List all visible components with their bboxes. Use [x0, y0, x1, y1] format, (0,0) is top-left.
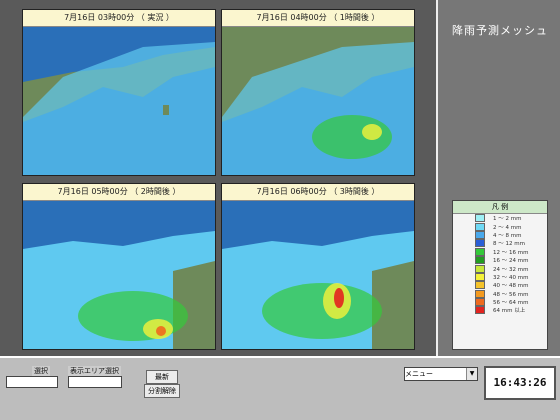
legend-swatch [475, 256, 485, 265]
sidebar: 降雨予測メッシュ 凡 例 1 〜 2 mm 2 〜 4 mm 4 〜 8 mm 8 〜… [436, 0, 560, 356]
legend-label: 40 〜 48 mm [493, 283, 529, 290]
area-select[interactable] [68, 376, 122, 388]
control-bar: 選択 表示エリア選択 最新 分割解除 メニュー ▼ 16:43:26 [0, 356, 560, 420]
legend-item: 2 〜 4 mm [475, 222, 547, 231]
legend-swatch [475, 222, 485, 231]
panel-title: 7月16日 03時00分 （ 実況 ） [23, 10, 215, 27]
legend-swatch [475, 306, 485, 315]
legend-item: 48 〜 56 mm [475, 289, 547, 298]
legend-label: 12 〜 16 mm [493, 249, 529, 256]
menu-dropdown[interactable]: メニュー ▼ [404, 367, 478, 381]
map-panel-3[interactable]: 7月16日 05時00分 （ 2時間後 ） [22, 183, 216, 350]
rain-map [222, 201, 414, 349]
panel-title: 7月16日 06時00分 （ 3時間後 ） [222, 184, 414, 201]
legend-label: 64 mm 以上 [493, 308, 526, 315]
legend: 凡 例 1 〜 2 mm 2 〜 4 mm 4 〜 8 mm 8 〜 12 mm 12 … [452, 200, 548, 350]
legend-swatch [475, 214, 485, 223]
legend-swatch [475, 247, 485, 256]
legend-label: 16 〜 24 mm [493, 258, 529, 265]
rain-map [23, 27, 215, 175]
legend-label: 24 〜 32 mm [493, 266, 529, 273]
clock: 16:43:26 [484, 366, 556, 400]
panel-title: 7月16日 05時00分 （ 2時間後 ） [23, 184, 215, 201]
legend-swatch [475, 281, 485, 290]
legend-item: 12 〜 16 mm [475, 247, 547, 256]
legend-label: 1 〜 2 mm [493, 216, 522, 223]
split-release-button[interactable]: 分割解除 [144, 384, 180, 398]
rain-map [23, 201, 215, 349]
legend-item: 56 〜 64 mm [475, 298, 547, 307]
area-label: 表示エリア選択 [68, 366, 121, 376]
legend-item: 40 〜 48 mm [475, 281, 547, 290]
menu-value: メニュー [405, 370, 433, 378]
latest-button[interactable]: 最新 [146, 370, 178, 384]
select-label: 選択 [32, 366, 50, 376]
legend-item: 4 〜 8 mm [475, 230, 547, 239]
legend-swatch [475, 272, 485, 281]
legend-item: 24 〜 32 mm [475, 264, 547, 273]
legend-title: 凡 例 [453, 201, 547, 214]
legend-item: 32 〜 40 mm [475, 272, 547, 281]
legend-label: 4 〜 8 mm [493, 232, 522, 239]
legend-swatch [475, 230, 485, 239]
chevron-down-icon[interactable]: ▼ [466, 368, 477, 380]
sidebar-title: 降雨予測メッシュ [452, 24, 548, 37]
legend-label: 32 〜 40 mm [493, 274, 529, 281]
rain-map [222, 27, 414, 175]
forecast-map-area: 7月16日 03時00分 （ 実況 ） 7月16日 04時00分 （ 1時間後 … [0, 0, 436, 356]
legend-swatch [475, 289, 485, 298]
legend-swatch [475, 264, 485, 273]
legend-label: 2 〜 4 mm [493, 224, 522, 231]
legend-label: 48 〜 56 mm [493, 291, 529, 298]
legend-item: 16 〜 24 mm [475, 256, 547, 265]
legend-swatch [475, 298, 485, 307]
legend-item: 1 〜 2 mm [475, 214, 547, 223]
legend-item: 8 〜 12 mm [475, 239, 547, 248]
panel-title: 7月16日 04時00分 （ 1時間後 ） [222, 10, 414, 27]
map-panel-1[interactable]: 7月16日 03時00分 （ 実況 ） [22, 9, 216, 176]
legend-swatch [475, 239, 485, 248]
map-panel-4[interactable]: 7月16日 06時00分 （ 3時間後 ） [221, 183, 415, 350]
legend-label: 56 〜 64 mm [493, 300, 529, 307]
legend-item: 64 mm 以上 [475, 306, 547, 315]
select-dropdown[interactable] [6, 376, 58, 388]
legend-label: 8 〜 12 mm [493, 241, 525, 248]
map-panel-2[interactable]: 7月16日 04時00分 （ 1時間後 ） [221, 9, 415, 176]
